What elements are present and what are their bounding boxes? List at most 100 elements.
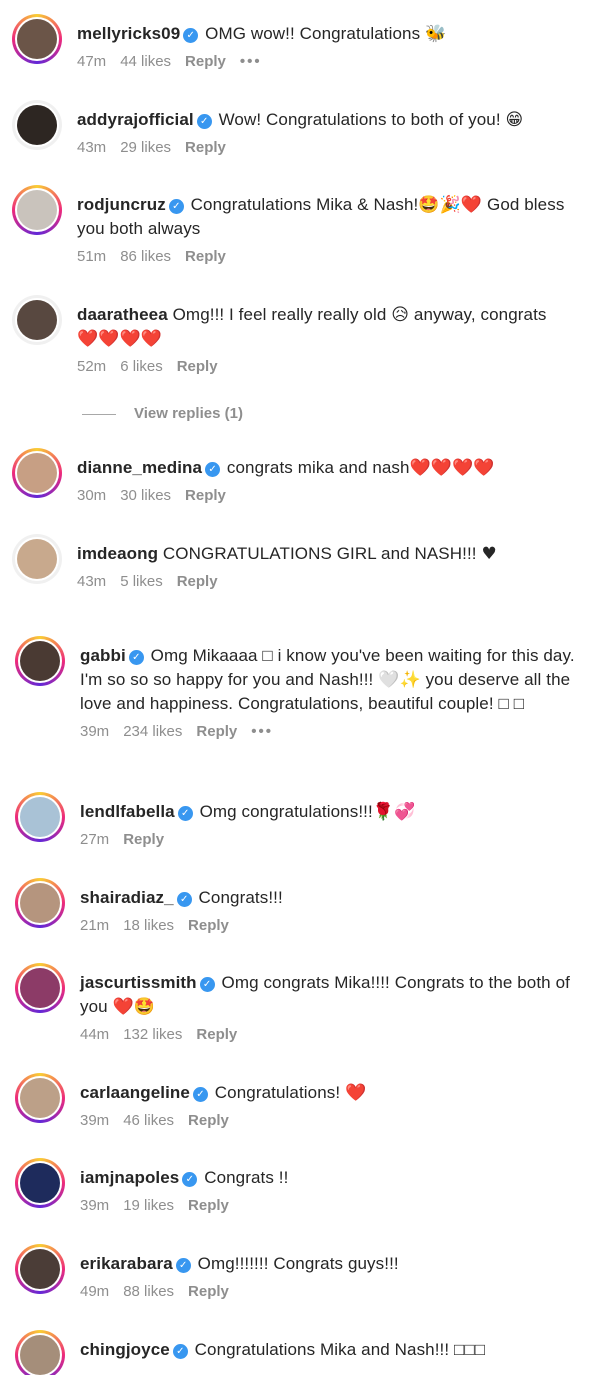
comment-text: CONGRATULATIONS GIRL and NASH!!!	[162, 544, 477, 563]
timestamp: 44m	[80, 1026, 110, 1043]
likes-count[interactable]: 88 likes	[123, 1283, 174, 1300]
timestamp: 21m	[80, 917, 110, 934]
avatar[interactable]	[12, 14, 62, 64]
avatar[interactable]	[12, 448, 62, 498]
reply-button[interactable]: Reply	[177, 358, 218, 375]
verified-badge-icon: ✓	[168, 199, 184, 214]
verified-badge-icon: ✓	[196, 114, 212, 129]
comment-text: Wow! Congratulations to both of you!	[218, 110, 501, 129]
verified-badge-icon: ✓	[177, 806, 193, 821]
sad-emoji-icon: 😥	[391, 305, 410, 325]
comment-text: Congratulations!	[214, 1083, 341, 1102]
reply-button[interactable]: Reply	[188, 917, 229, 934]
username[interactable]: chingjoyce	[80, 1340, 170, 1359]
username[interactable]: gabbi	[80, 646, 126, 665]
verified-badge-icon: ✓	[172, 1344, 188, 1359]
reply-button[interactable]: Reply	[185, 53, 226, 70]
divider-line	[82, 413, 116, 415]
view-replies-button[interactable]: View replies (1)	[82, 405, 243, 422]
comment-text: OMG wow!! Congratulations	[205, 24, 421, 43]
reply-button[interactable]: Reply	[185, 248, 226, 265]
username[interactable]: lendlfabella	[80, 802, 175, 821]
grin-emoji-icon: 😁	[505, 110, 524, 130]
username[interactable]: addyrajofficial	[77, 110, 194, 129]
likes-count[interactable]: 132 likes	[123, 1026, 182, 1043]
comment-text: congrats mika and nash	[226, 458, 410, 477]
heart-icon: ❤️	[345, 1083, 367, 1103]
username[interactable]: daaratheea	[77, 305, 168, 324]
reply-button[interactable]: Reply	[177, 573, 218, 590]
likes-count[interactable]: 5 likes	[120, 573, 163, 590]
likes-count[interactable]: 234 likes	[123, 723, 182, 740]
username[interactable]: rodjuncruz	[77, 195, 166, 214]
avatar[interactable]	[15, 963, 65, 1013]
username[interactable]: erikarabara	[80, 1254, 173, 1273]
likes-count[interactable]: 18 likes	[123, 917, 174, 934]
verified-badge-icon: ✓	[176, 892, 192, 907]
celebration-emoji-icon: 🤩🎉❤️	[418, 195, 483, 215]
username[interactable]: imdeaong	[77, 544, 158, 563]
avatar[interactable]	[15, 792, 65, 842]
likes-count[interactable]: 19 likes	[123, 1197, 174, 1214]
username[interactable]: dianne_medina	[77, 458, 202, 477]
hearts-emoji-icon: ❤️❤️❤️❤️	[409, 458, 495, 478]
avatar[interactable]	[15, 1158, 65, 1208]
avatar[interactable]	[12, 295, 62, 345]
comment-text-2: anyway, congrats	[413, 305, 547, 324]
reply-button[interactable]: Reply	[196, 1026, 237, 1043]
likes-count[interactable]: 29 likes	[120, 139, 171, 156]
reply-button[interactable]: Reply	[196, 723, 237, 740]
sparkle-heart-icon: 🤍✨	[378, 670, 421, 690]
timestamp: 27m	[80, 831, 110, 848]
timestamp: 30m	[77, 487, 107, 504]
heart-eyes-emoji-icon: ❤️🤩	[112, 997, 156, 1017]
likes-count[interactable]: 86 likes	[120, 248, 171, 265]
likes-count[interactable]: 6 likes	[120, 358, 163, 375]
avatar[interactable]	[15, 636, 65, 686]
rose-emoji-icon: 🌹💞	[372, 802, 416, 822]
likes-count[interactable]: 44 likes	[120, 53, 171, 70]
likes-count[interactable]: 30 likes	[120, 487, 171, 504]
timestamp: 39m	[80, 723, 110, 740]
bee-icon: 🐝	[425, 24, 447, 44]
avatar[interactable]	[15, 1244, 65, 1294]
verified-badge-icon: ✓	[128, 650, 144, 665]
avatar[interactable]	[12, 185, 62, 235]
reply-button[interactable]: Reply	[188, 1283, 229, 1300]
comment-text: Congrats!!!	[198, 888, 283, 907]
username[interactable]: carlaangeline	[80, 1083, 190, 1102]
timestamp: 39m	[80, 1197, 110, 1214]
reply-button[interactable]: Reply	[185, 487, 226, 504]
username[interactable]: mellyricks09	[77, 24, 180, 43]
reply-button[interactable]: Reply	[123, 831, 164, 848]
more-options-button[interactable]: •••	[240, 53, 262, 70]
comment-text: Congrats !!	[204, 1168, 289, 1187]
verified-badge-icon: ✓	[182, 1172, 198, 1187]
verified-badge-icon: ✓	[183, 28, 199, 43]
hearts-emoji-icon: ❤️❤️❤️❤️	[77, 329, 163, 349]
comment-text: Omg!!!!!!! Congrats guys!!!	[197, 1254, 399, 1273]
reply-button[interactable]: Reply	[185, 139, 226, 156]
timestamp: 39m	[80, 1112, 110, 1129]
username[interactable]: iamjnapoles	[80, 1168, 179, 1187]
verified-badge-icon: ✓	[199, 977, 215, 992]
avatar[interactable]	[12, 100, 62, 150]
username[interactable]: shairadiaz_	[80, 888, 174, 907]
comment-text: Congratulations Mika and Nash!!! □□□	[194, 1340, 486, 1359]
verified-badge-icon: ✓	[175, 1258, 191, 1273]
comment-text: Omg!!! I feel really really old	[172, 305, 387, 324]
likes-count[interactable]: 46 likes	[123, 1112, 174, 1129]
avatar[interactable]	[15, 1073, 65, 1123]
timestamp: 43m	[77, 573, 107, 590]
verified-badge-icon: ✓	[192, 1087, 208, 1102]
timestamp: 52m	[77, 358, 107, 375]
avatar[interactable]	[15, 878, 65, 928]
avatar[interactable]	[12, 534, 62, 584]
username[interactable]: jascurtissmith	[80, 973, 197, 992]
reply-button[interactable]: Reply	[188, 1197, 229, 1214]
more-options-button[interactable]: •••	[251, 723, 273, 740]
reply-button[interactable]: Reply	[188, 1112, 229, 1129]
heart-icon: ♥	[481, 544, 497, 564]
avatar[interactable]	[15, 1330, 65, 1375]
comment-text: Congratulations Mika & Nash!	[190, 195, 419, 214]
